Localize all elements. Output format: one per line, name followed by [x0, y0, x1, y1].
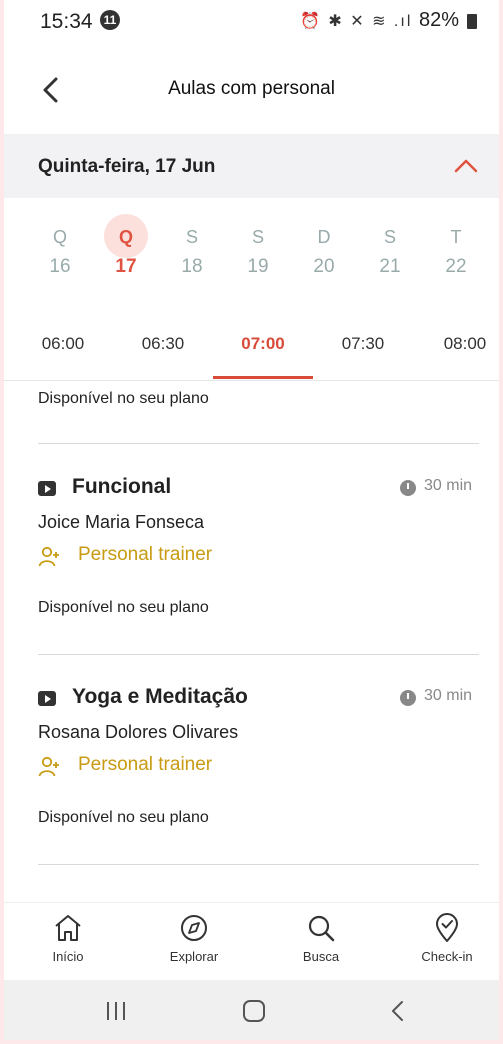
divider [38, 654, 479, 655]
divider [38, 443, 479, 444]
day-18[interactable]: S 18 [170, 214, 214, 294]
tab-0630[interactable]: 06:30 [113, 334, 213, 354]
back-system-button[interactable] [378, 998, 418, 1024]
compass-icon [181, 915, 207, 941]
tab-0730[interactable]: 07:30 [313, 334, 413, 354]
class-card-funcional[interactable]: Funcional 30 min [38, 475, 479, 505]
class-card-partial[interactable] [38, 896, 479, 901]
day-22[interactable]: T 22 [434, 214, 478, 294]
notification-count-badge: 11 [100, 10, 120, 30]
nav-label: Explorar [169, 949, 219, 964]
nav-label: Check-in [421, 949, 473, 964]
bottom-navigation: Início Explorar Busca Check-in [4, 902, 499, 981]
nav-check-in[interactable]: Check-in [392, 913, 499, 964]
day-weekday: D [317, 227, 331, 247]
day-20[interactable]: D 20 [302, 214, 346, 294]
day-weekday: Q [104, 214, 148, 258]
clock-icon [400, 480, 416, 496]
class-name: Funcional [72, 475, 172, 498]
battery-icon [467, 14, 477, 29]
day-weekday: S [185, 227, 198, 247]
class-name: Yoga e Meditação [72, 685, 248, 708]
clock-icon [400, 690, 416, 706]
selected-date-label: Quinta-feira, 17 Jun [38, 156, 216, 177]
active-tab-indicator [213, 376, 313, 379]
class-card-yoga[interactable]: Yoga e Meditação 30 min [38, 685, 479, 715]
location-check-icon [436, 913, 458, 942]
date-bar[interactable]: Quinta-feira, 17 Jun [4, 134, 499, 198]
day-16[interactable]: Q 16 [38, 214, 82, 294]
personal-trainer-icon [38, 546, 59, 567]
class-list[interactable]: Disponível no seu plano Funcional 30 min… [4, 381, 499, 901]
tab-0800[interactable]: 08:00 [415, 334, 499, 354]
day-weekday: T [450, 227, 462, 247]
day-21[interactable]: S 21 [368, 214, 412, 294]
class-duration: 30 min [424, 477, 473, 494]
app-header: Aulas com personal [4, 48, 499, 134]
availability-text: Disponível no seu plano [38, 390, 209, 407]
nav-label: Início [52, 949, 84, 964]
week-day-picker: Q 16 Q 17 S 18 S 19 D 20 S 21 T 22 [26, 214, 492, 294]
teacher-name: Rosana Dolores Olivares [38, 722, 239, 742]
class-type-label: Personal trainer [78, 544, 213, 565]
personal-trainer-icon [38, 756, 59, 777]
time-slot-tabs: 06:00 06:30 07:00 07:30 08:00 [4, 312, 499, 381]
video-icon [38, 691, 56, 706]
home-system-icon [243, 1000, 265, 1022]
recent-apps-icon [107, 1002, 125, 1020]
day-19[interactable]: S 19 [236, 214, 280, 294]
home-icon [55, 915, 81, 941]
nav-explorar[interactable]: Explorar [139, 913, 249, 964]
tab-0600[interactable]: 06:00 [13, 334, 113, 354]
system-navigation-bar [4, 980, 499, 1040]
search-icon [308, 915, 335, 942]
availability-text: Disponível no seu plano [38, 809, 209, 826]
status-time: 15:34 [40, 10, 93, 33]
tab-0700-active[interactable]: 07:00 [213, 334, 313, 354]
day-number: 21 [379, 256, 401, 277]
phone-screen: 15:34 11 ⏰ ✱ ✕ ≋ .ıl 82% Aulas com perso… [4, 0, 499, 1040]
status-icons: ⏰ ✱ ✕ ≋ .ıl [300, 13, 413, 30]
day-weekday: S [251, 227, 264, 247]
day-weekday: S [383, 227, 396, 247]
home-system-button[interactable] [234, 998, 274, 1024]
video-icon [38, 481, 56, 496]
back-system-icon [392, 1001, 403, 1021]
divider [38, 864, 479, 865]
day-17-selected[interactable]: Q 17 [104, 214, 148, 294]
chevron-up-icon [454, 159, 478, 173]
recent-apps-button[interactable] [96, 998, 136, 1024]
page-title: Aulas com personal [168, 78, 335, 99]
day-number: 20 [313, 256, 335, 277]
teacher-name: Joice Maria Fonseca [38, 512, 205, 532]
day-number: 18 [181, 256, 203, 277]
day-number: 17 [115, 256, 137, 277]
nav-busca[interactable]: Busca [266, 913, 376, 964]
day-number: 16 [49, 256, 71, 277]
collapse-calendar-button[interactable] [452, 154, 480, 178]
battery-level: 82% [419, 9, 460, 31]
nav-inicio[interactable]: Início [13, 913, 123, 964]
nav-label: Busca [302, 949, 340, 964]
day-number: 22 [445, 256, 467, 277]
availability-text: Disponível no seu plano [38, 599, 209, 616]
status-bar: 15:34 11 ⏰ ✱ ✕ ≋ .ıl 82% [4, 0, 499, 48]
class-duration: 30 min [424, 687, 473, 704]
day-number: 19 [247, 256, 269, 277]
day-weekday: Q [52, 227, 67, 247]
class-type-label: Personal trainer [78, 754, 213, 775]
